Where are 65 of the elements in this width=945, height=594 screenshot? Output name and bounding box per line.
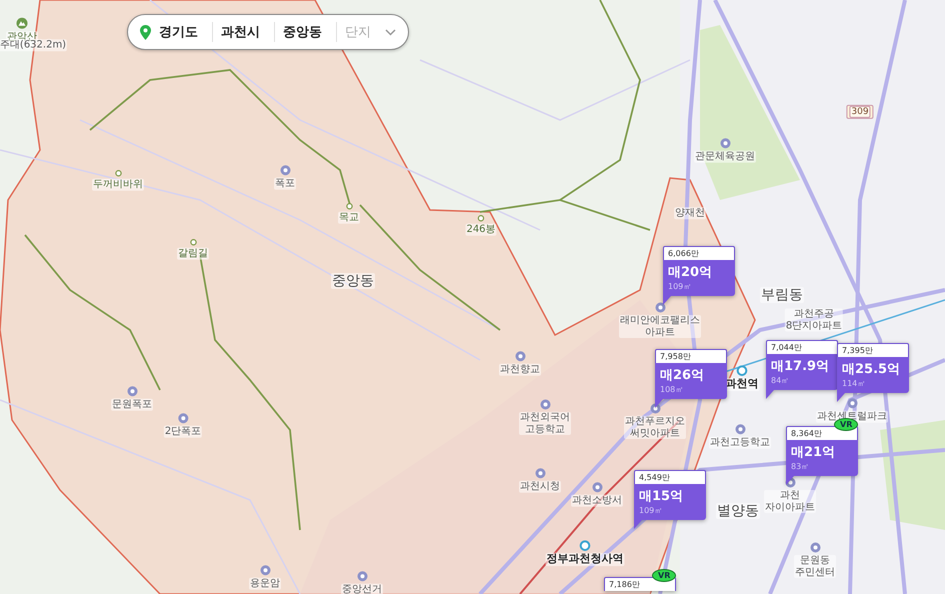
place-label: 중앙선거 [341,584,383,594]
place-marker-icon [810,542,820,553]
floor-area: 114㎡ [842,378,904,389]
mountain-icon [16,17,28,30]
place-marker-icon [178,412,188,424]
place-marker-icon [260,564,270,576]
district-label: 중앙동 [331,272,375,290]
district-label: 부림동 [760,286,804,304]
location-pin-icon [140,24,151,40]
place-label: 두꺼비바위 [92,178,144,190]
sale-price: 매17.9억 [771,358,830,375]
place-label: 과천푸르지오 써밋아파트 [624,416,686,439]
price-per-area: 8,364만 [786,426,858,440]
place-marker-icon [734,424,746,435]
sale-price: 매25.5억 [842,361,902,378]
place-marker-icon [654,302,666,313]
place-marker-icon [720,138,730,149]
price-per-area: 7,395만 [837,343,909,357]
place-marker-icon [650,403,660,414]
place-label: 용운암 [249,578,281,590]
map-drawing[interactable] [0,0,945,594]
place-marker-icon [534,468,546,479]
station-icon [736,365,748,376]
floor-area: 84㎡ [771,375,833,386]
place-marker-icon [540,399,550,410]
place-marker-icon [126,386,138,397]
chevron-down-icon[interactable] [385,28,396,36]
district-label: 별양동 [716,502,760,520]
place-label: 과천 자이아파트 [764,490,816,513]
place-marker-icon [592,482,602,493]
price-per-area: 7,044만 [766,340,838,354]
route-number: 309 [849,106,871,118]
station-icon [580,540,590,552]
place-label: 폭포 [274,178,296,190]
sale-price: 매21억 [791,444,836,461]
floor-area: 83㎡ [791,461,853,472]
place-marker-icon [280,164,290,176]
place-label: 래미안에코팰리스 아파트 [619,315,701,338]
breadcrumb-item[interactable]: 중앙동 [281,23,330,41]
trail-point-icon [346,202,352,210]
price-per-area: 7,958만 [655,349,727,363]
place-label: 과천소방서 [571,494,623,506]
price-per-area: 4,549만 [634,470,706,484]
floor-area: 108㎡ [660,384,722,395]
place-marker-icon [846,398,858,409]
price-marker[interactable]: 7,186만 [604,577,676,591]
sale-price: 매20억 [668,264,714,281]
place-label: 주대(632.2m) [0,39,68,51]
price-per-area: 6,066만 [663,246,735,260]
place-label: 문원폭포 [111,398,153,410]
breadcrumb-item[interactable]: 경기도 [157,23,206,41]
breadcrumb-item[interactable]: 과천시 [219,23,268,41]
trail-point-icon [190,238,196,246]
sale-price: 매26억 [660,367,706,384]
place-marker-icon [514,350,526,362]
floor-area: 109㎡ [668,281,730,292]
sale-price: 매15억 [639,488,684,505]
place-label: 과천주공 8단지아파트 [784,308,844,332]
place-label: 과천시청 [519,480,561,492]
floor-area: 109㎡ [639,505,701,516]
place-marker-icon [356,570,368,582]
place-label: 문원동 주민센터 [794,555,836,578]
trail-point-icon [478,214,484,222]
place-label: 과천외국어 고등학교 [519,412,571,435]
trail-point-icon [114,170,122,177]
